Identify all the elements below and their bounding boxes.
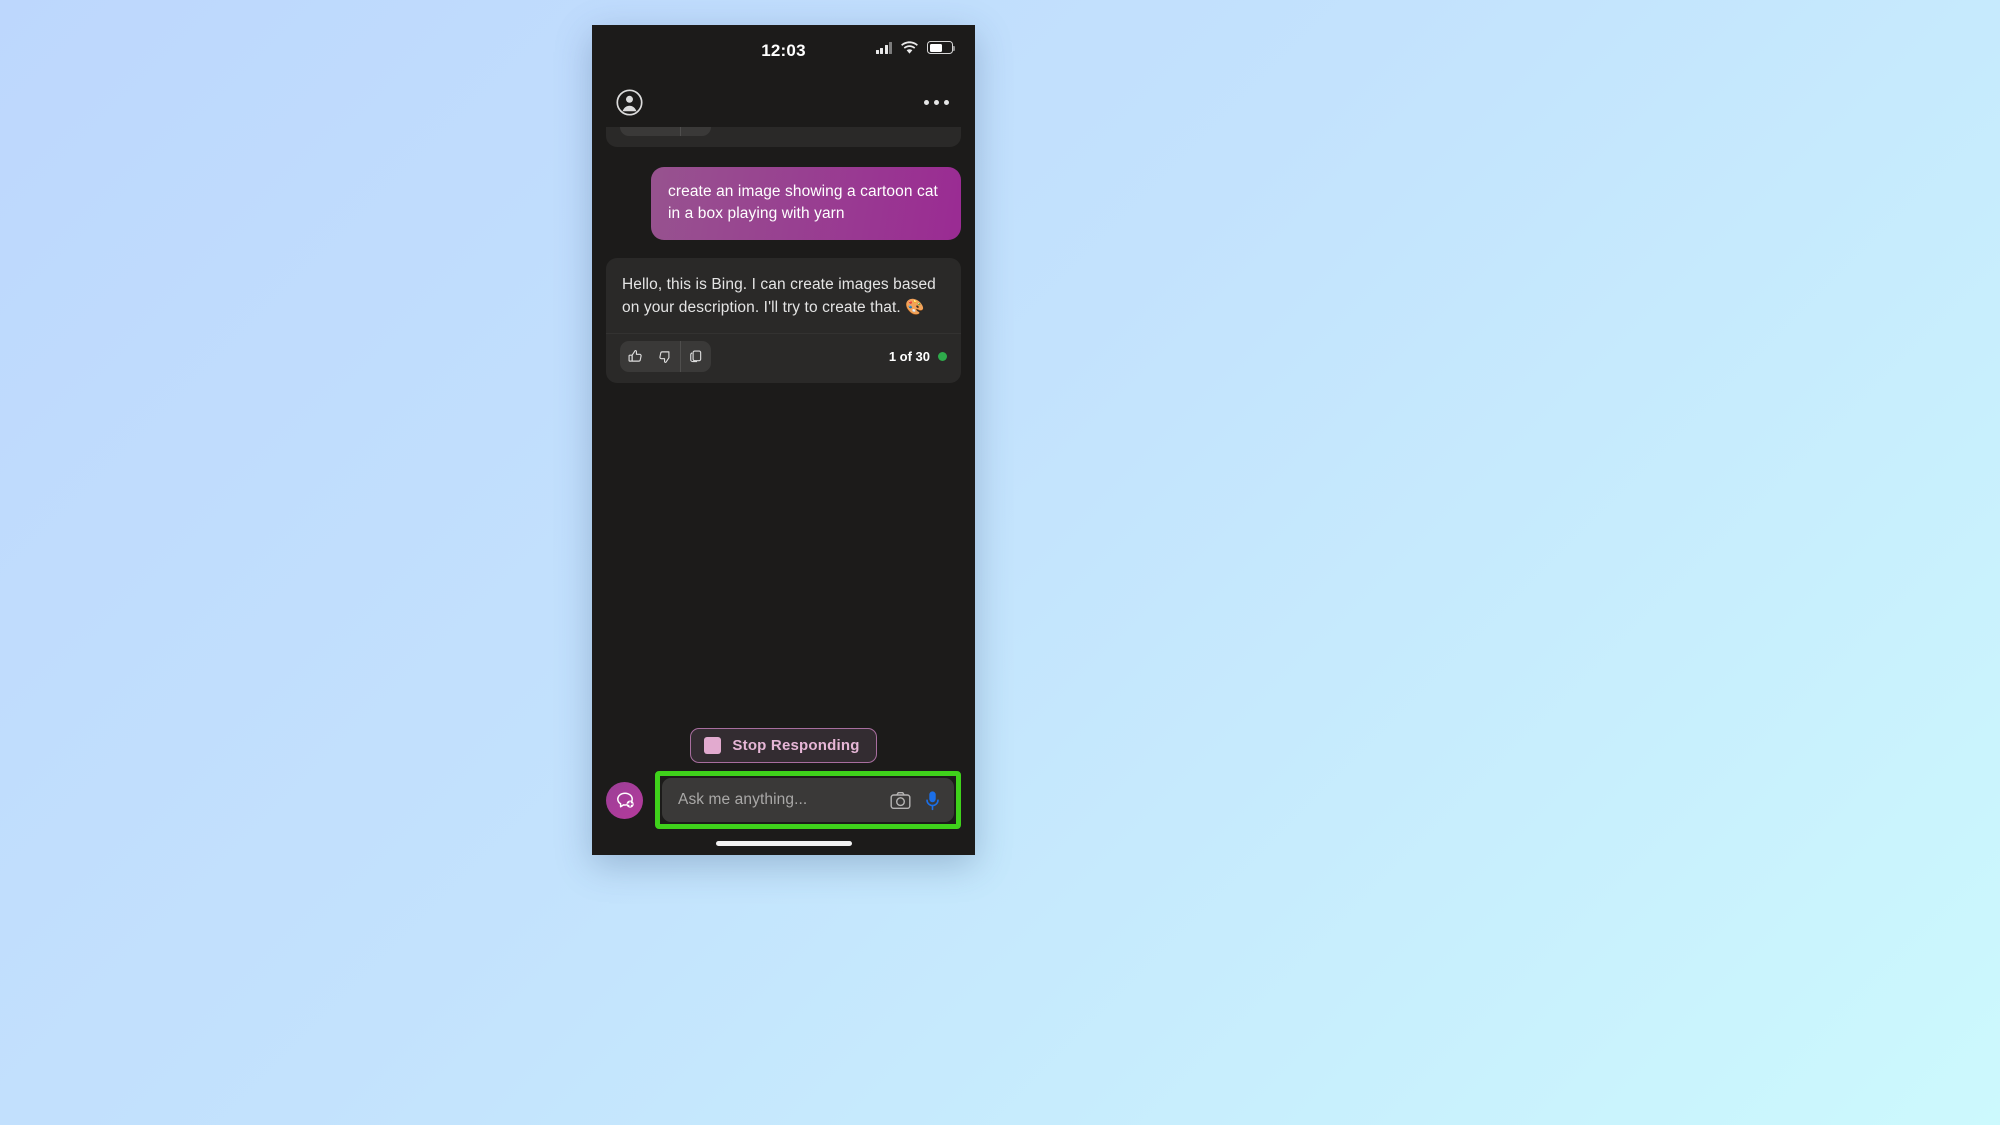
camera-icon[interactable] bbox=[890, 791, 911, 810]
composer-bar: Ask me anything... bbox=[592, 769, 975, 831]
status-bar-icons bbox=[875, 41, 956, 54]
home-indicator-area bbox=[592, 831, 975, 855]
new-chat-bubble-icon[interactable] bbox=[606, 781, 643, 819]
message-toolbar bbox=[606, 127, 961, 147]
message-counter-label: 1 of 30 bbox=[888, 348, 930, 364]
stop-responding-button[interactable]: Stop Responding bbox=[690, 728, 877, 763]
message-counter: 1 of 30 bbox=[889, 349, 947, 364]
thumbs-down-icon[interactable] bbox=[650, 341, 680, 372]
stop-responding-label: Stop Responding bbox=[732, 737, 860, 754]
user-message-row: create an image showing a cartoon cat in… bbox=[606, 167, 961, 240]
app-header bbox=[592, 77, 975, 127]
status-dot-icon bbox=[938, 351, 947, 361]
copy-icon[interactable] bbox=[681, 341, 711, 372]
home-indicator[interactable] bbox=[715, 840, 852, 846]
account-circle-icon[interactable] bbox=[616, 88, 643, 116]
clipped-message-card bbox=[606, 127, 961, 147]
more-options-icon[interactable] bbox=[922, 94, 951, 111]
assistant-message-toolbar: 1 of 30 bbox=[606, 332, 961, 383]
thumbs-up-icon[interactable] bbox=[620, 341, 650, 372]
stop-responding-container: Stop Responding bbox=[592, 728, 975, 769]
assistant-message-card: Hello, this is Bing. I can create images… bbox=[606, 258, 961, 383]
composer-highlight-box: Ask me anything... bbox=[655, 771, 961, 829]
copy-icon[interactable] bbox=[681, 127, 711, 136]
user-message-bubble: create an image showing a cartoon cat in… bbox=[651, 167, 961, 240]
message-input-placeholder: Ask me anything... bbox=[678, 791, 808, 808]
microphone-icon[interactable] bbox=[924, 790, 941, 811]
cellular-signal-icon bbox=[875, 41, 892, 54]
reaction-group bbox=[620, 340, 711, 372]
phone-frame: 12:03 create an image showing a cartoon … bbox=[592, 25, 975, 855]
thumbs-up-icon[interactable] bbox=[620, 127, 650, 136]
status-bar: 12:03 bbox=[592, 25, 975, 77]
conversation-area: create an image showing a cartoon cat in… bbox=[592, 127, 975, 769]
thumbs-down-icon[interactable] bbox=[650, 127, 680, 136]
wifi-icon bbox=[901, 41, 918, 54]
message-input-field[interactable]: Ask me anything... bbox=[662, 778, 954, 822]
stop-square-icon bbox=[704, 737, 722, 754]
reaction-group bbox=[620, 127, 711, 136]
battery-icon bbox=[927, 41, 956, 54]
assistant-message-text: Hello, this is Bing. I can create images… bbox=[622, 276, 936, 316]
